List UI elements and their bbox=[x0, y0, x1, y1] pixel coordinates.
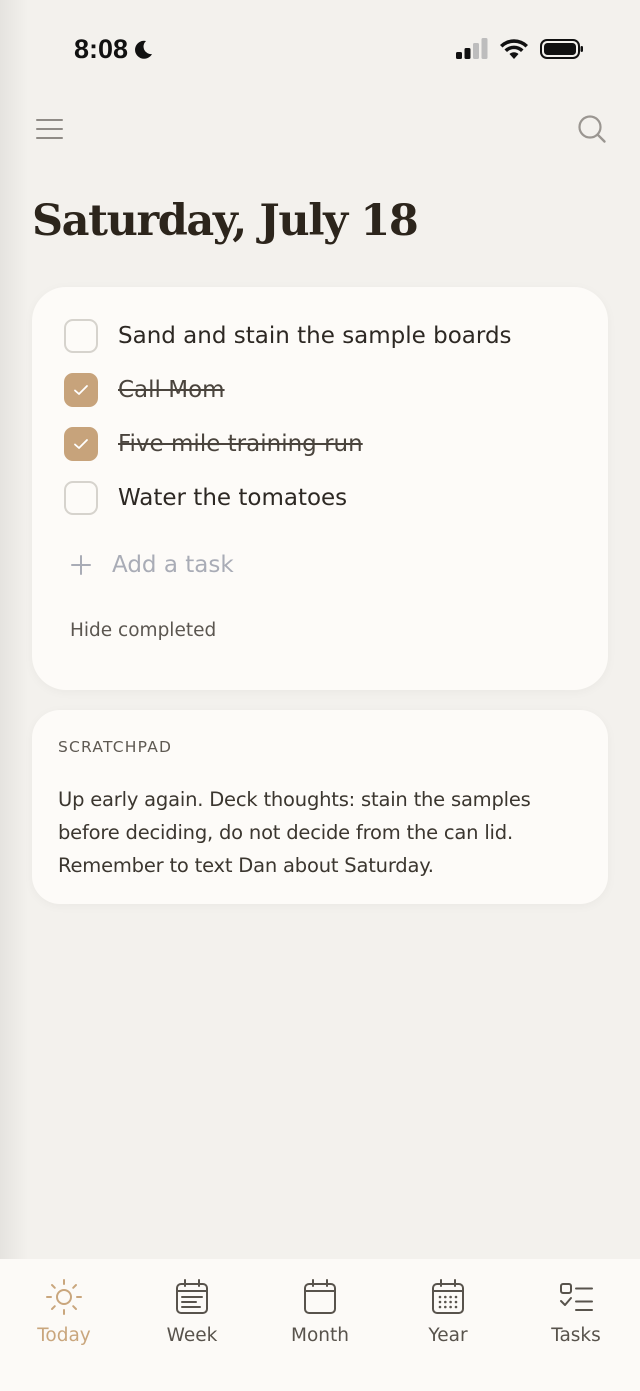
task-item[interactable]: Water the tomatoes bbox=[64, 478, 347, 518]
add-task-placeholder: Add a task bbox=[112, 552, 234, 578]
task-checkbox[interactable] bbox=[64, 319, 98, 353]
tab-week[interactable]: Week bbox=[142, 1277, 242, 1363]
menu-button[interactable] bbox=[36, 116, 64, 142]
task-item[interactable]: Call Mom bbox=[64, 370, 225, 410]
status-time: 8:08 bbox=[74, 34, 154, 65]
tab-year[interactable]: Year bbox=[398, 1277, 498, 1363]
scratchpad-heading: SCRATCHPAD bbox=[58, 738, 173, 756]
tab-label: Week bbox=[166, 1325, 218, 1346]
checkmark-icon bbox=[74, 385, 88, 395]
status-time-text: 8:08 bbox=[74, 34, 129, 64]
calendar-year-icon bbox=[432, 1279, 464, 1314]
status-icons bbox=[456, 38, 584, 60]
task-checkbox[interactable] bbox=[64, 427, 98, 461]
hide-completed-button[interactable]: Hide completed bbox=[70, 620, 216, 641]
tab-label: Tasks bbox=[551, 1325, 601, 1346]
status-bar: 8:08 bbox=[0, 0, 640, 100]
sun-icon bbox=[46, 1279, 82, 1315]
calendar-week-icon bbox=[176, 1279, 208, 1314]
battery-icon bbox=[540, 39, 583, 59]
tab-month[interactable]: Month bbox=[270, 1277, 370, 1363]
checkmark-icon bbox=[74, 439, 88, 449]
scratchpad-text[interactable]: Up early again. Deck thoughts: stain the… bbox=[58, 783, 588, 882]
tab-label: Month bbox=[291, 1325, 349, 1346]
wifi-icon bbox=[500, 39, 528, 59]
page-title: Saturday, July 18 bbox=[32, 196, 419, 246]
tab-bar: Today Week Month Year Tasks bbox=[0, 1259, 640, 1391]
search-button[interactable] bbox=[576, 113, 608, 145]
task-label: Sand and stain the sample boards bbox=[118, 323, 512, 349]
calendar-month-icon bbox=[304, 1279, 336, 1314]
tab-label: Today bbox=[37, 1325, 91, 1346]
tab-label: Year bbox=[428, 1325, 468, 1346]
task-checkbox[interactable] bbox=[64, 373, 98, 407]
hamburger-menu-icon bbox=[36, 119, 63, 139]
task-checkbox[interactable] bbox=[64, 481, 98, 515]
checklist-icon bbox=[560, 1283, 593, 1311]
search-icon bbox=[578, 115, 606, 143]
edge-shade bbox=[0, 0, 28, 1391]
tab-today[interactable]: Today bbox=[14, 1277, 114, 1363]
plus-icon bbox=[71, 555, 91, 575]
scratchpad-card[interactable]: SCRATCHPAD Up early again. Deck thoughts… bbox=[32, 710, 608, 904]
task-label: Call Mom bbox=[118, 377, 225, 403]
tasks-card: Sand and stain the sample boards Call Mo… bbox=[32, 287, 608, 690]
task-item[interactable]: Five mile training run bbox=[64, 424, 363, 464]
cellular-signal-icon bbox=[456, 38, 488, 59]
task-label: Water the tomatoes bbox=[118, 485, 348, 511]
moon-icon bbox=[135, 40, 153, 59]
task-item[interactable]: Sand and stain the sample boards bbox=[64, 316, 512, 356]
tab-tasks[interactable]: Tasks bbox=[526, 1277, 626, 1363]
task-label: Five mile training run bbox=[118, 431, 363, 457]
add-task-button[interactable]: Add a task bbox=[64, 545, 234, 585]
